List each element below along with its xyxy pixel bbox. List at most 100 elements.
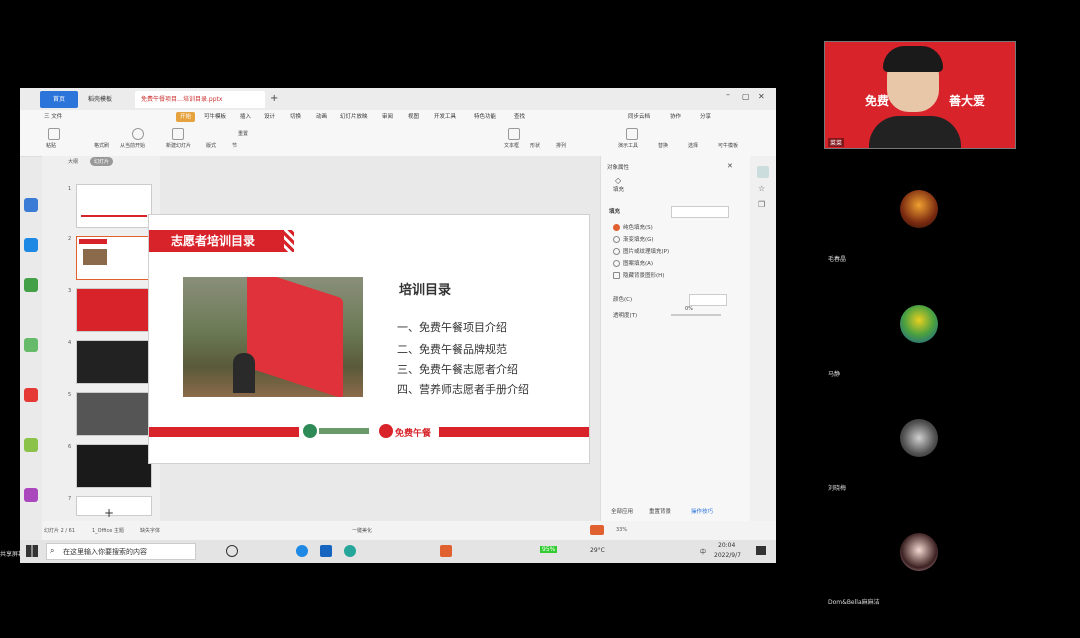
tips-button[interactable]: 操作技巧 bbox=[691, 508, 713, 516]
menu-developer[interactable]: 开发工具 bbox=[434, 112, 456, 122]
fill-icon[interactable]: ◇ bbox=[615, 176, 621, 185]
ime-indicator[interactable]: 中 bbox=[700, 547, 706, 556]
paste-icon[interactable] bbox=[48, 128, 60, 140]
close-icon[interactable]: ✕ bbox=[758, 92, 765, 101]
desktop-app-icon[interactable] bbox=[24, 278, 38, 292]
avatar[interactable] bbox=[900, 419, 938, 457]
new-slide-button[interactable]: 新建幻灯片 bbox=[166, 142, 191, 150]
tab-daoke-templates[interactable]: 稻壳模板 bbox=[82, 91, 130, 108]
paste-button[interactable]: 粘贴 bbox=[46, 142, 56, 150]
start-icon[interactable] bbox=[26, 545, 38, 557]
browser-icon[interactable] bbox=[344, 545, 356, 557]
fill-option[interactable]: 图案填充(A) bbox=[613, 260, 653, 268]
missing-font-button[interactable]: 缺失字体 bbox=[140, 527, 160, 534]
shape-button[interactable]: 形状 bbox=[530, 142, 540, 150]
desktop-app-icon[interactable] bbox=[24, 238, 38, 252]
mail-icon[interactable] bbox=[320, 545, 332, 557]
fill-option[interactable]: 纯色填充(S) bbox=[613, 224, 653, 232]
clock-date[interactable]: 2022/9/7 bbox=[714, 552, 741, 559]
zoom-level[interactable]: 33% bbox=[616, 527, 627, 533]
menu-features[interactable]: 特色功能 bbox=[474, 112, 496, 122]
play-slideshow-button[interactable] bbox=[590, 525, 604, 535]
new-tab-icon[interactable]: + bbox=[270, 92, 278, 106]
desktop-app-icon[interactable] bbox=[24, 338, 38, 352]
clock-time[interactable]: 20:04 bbox=[718, 542, 735, 549]
slide[interactable]: 志愿者培训目录 培训目录 一、免费午餐项目介绍 二、免费午餐品牌规范 三、免费午… bbox=[148, 214, 590, 464]
props-tab-fill[interactable]: 填充 bbox=[613, 186, 624, 194]
menu-review[interactable]: 审阅 bbox=[382, 112, 393, 122]
color-picker[interactable] bbox=[689, 294, 727, 306]
task-view-icon[interactable] bbox=[226, 545, 238, 557]
props-section-fill[interactable]: 填充 bbox=[609, 208, 620, 216]
textbox-button[interactable]: 文本框 bbox=[504, 142, 519, 150]
textbox-icon[interactable] bbox=[508, 128, 520, 140]
star-icon[interactable]: ☆ bbox=[758, 184, 765, 193]
avatar[interactable] bbox=[900, 305, 938, 343]
edge-icon[interactable] bbox=[296, 545, 308, 557]
menu-share[interactable]: 分享 bbox=[700, 112, 711, 122]
tab-document[interactable]: 免费午餐项目…培训目录.pptx bbox=[135, 91, 265, 108]
play-icon[interactable] bbox=[132, 128, 144, 140]
avatar[interactable] bbox=[900, 190, 938, 228]
slide-thumbnail[interactable] bbox=[76, 444, 152, 488]
menu-home[interactable]: 开始 bbox=[176, 112, 196, 122]
minimize-icon[interactable]: – bbox=[726, 90, 730, 99]
avatar[interactable] bbox=[900, 533, 938, 571]
fill-option[interactable]: 渐变填充(G) bbox=[613, 236, 654, 244]
weather-indicator[interactable]: 29°C bbox=[590, 547, 605, 554]
menu-design[interactable]: 设计 bbox=[264, 112, 275, 122]
tab-slides[interactable]: 幻灯片 bbox=[90, 157, 114, 166]
format-painter-button[interactable]: 格式刷 bbox=[94, 142, 109, 150]
menu-collaborate[interactable]: 协作 bbox=[670, 112, 681, 122]
keniu-template-button[interactable]: 可牛模板 bbox=[718, 142, 738, 150]
transparency-slider[interactable] bbox=[671, 314, 721, 316]
menu-search[interactable]: 查找 bbox=[514, 112, 525, 122]
battery-indicator[interactable]: 95% bbox=[540, 546, 558, 553]
desktop-app-icon[interactable] bbox=[24, 488, 38, 502]
menu-view[interactable]: 视图 bbox=[408, 112, 419, 122]
menu-keniu-templates[interactable]: 可牛模板 bbox=[204, 112, 226, 122]
slide-thumbnail[interactable] bbox=[76, 392, 152, 436]
slide-thumbnail[interactable] bbox=[76, 288, 152, 332]
wps-icon[interactable] bbox=[440, 545, 452, 557]
notification-icon[interactable] bbox=[756, 546, 766, 555]
reset-button[interactable]: 重置 bbox=[238, 130, 248, 137]
desktop-app-icon[interactable] bbox=[24, 388, 38, 402]
fill-dropdown[interactable] bbox=[671, 206, 729, 218]
menu-animation[interactable]: 动画 bbox=[316, 112, 327, 122]
replace-button[interactable]: 替换 bbox=[658, 142, 668, 150]
presentation-tools-icon[interactable] bbox=[626, 128, 638, 140]
tab-outline[interactable]: 大纲 bbox=[68, 158, 78, 165]
props-close-icon[interactable]: ✕ bbox=[727, 162, 733, 170]
presentation-tools-button[interactable]: 演示工具 bbox=[618, 142, 638, 150]
transparency-label: 透明度(T) bbox=[613, 313, 638, 319]
slide-thumbnail-selected[interactable] bbox=[76, 236, 152, 280]
menu-slideshow[interactable]: 幻灯片放映 bbox=[340, 112, 368, 122]
tab-home[interactable]: 首页 bbox=[40, 91, 78, 108]
reset-background-button[interactable]: 重置背景 bbox=[649, 508, 671, 516]
select-button[interactable]: 选择 bbox=[688, 142, 698, 150]
desktop-app-icon[interactable] bbox=[24, 438, 38, 452]
taskbar-search-input[interactable]: 在这里输入你要搜索的内容 bbox=[46, 543, 196, 560]
copy-icon[interactable]: ❐ bbox=[758, 200, 765, 209]
beautify-button[interactable]: 一键美化 bbox=[352, 527, 372, 534]
menu-insert[interactable]: 插入 bbox=[240, 112, 251, 122]
slide-thumbnail[interactable] bbox=[76, 184, 152, 228]
fill-option[interactable]: 图片或纹理填充(P) bbox=[613, 248, 669, 256]
play-from-current-button[interactable]: 从当前开始 bbox=[120, 142, 145, 150]
layout-button[interactable]: 版式 bbox=[206, 142, 216, 150]
slide-thumbnail[interactable] bbox=[76, 340, 152, 384]
menu-file[interactable]: 三 文件 bbox=[44, 112, 62, 122]
arrange-button[interactable]: 排列 bbox=[556, 142, 566, 150]
fill-option[interactable]: 隐藏背景图形(H) bbox=[613, 272, 664, 280]
section-button[interactable]: 节 bbox=[232, 142, 237, 150]
add-slide-icon[interactable]: + bbox=[104, 506, 114, 520]
properties-icon[interactable] bbox=[757, 166, 769, 178]
menu-cloud-sync[interactable]: 同步云档 bbox=[628, 112, 650, 122]
speaker-video-tile[interactable]: 免费 善大爱 菜菜 bbox=[824, 41, 1016, 149]
desktop-app-icon[interactable] bbox=[24, 198, 38, 212]
menu-transition[interactable]: 切换 bbox=[290, 112, 301, 122]
maximize-icon[interactable]: ▢ bbox=[742, 92, 750, 101]
new-slide-icon[interactable] bbox=[172, 128, 184, 140]
apply-all-button[interactable]: 全部应用 bbox=[611, 508, 633, 516]
